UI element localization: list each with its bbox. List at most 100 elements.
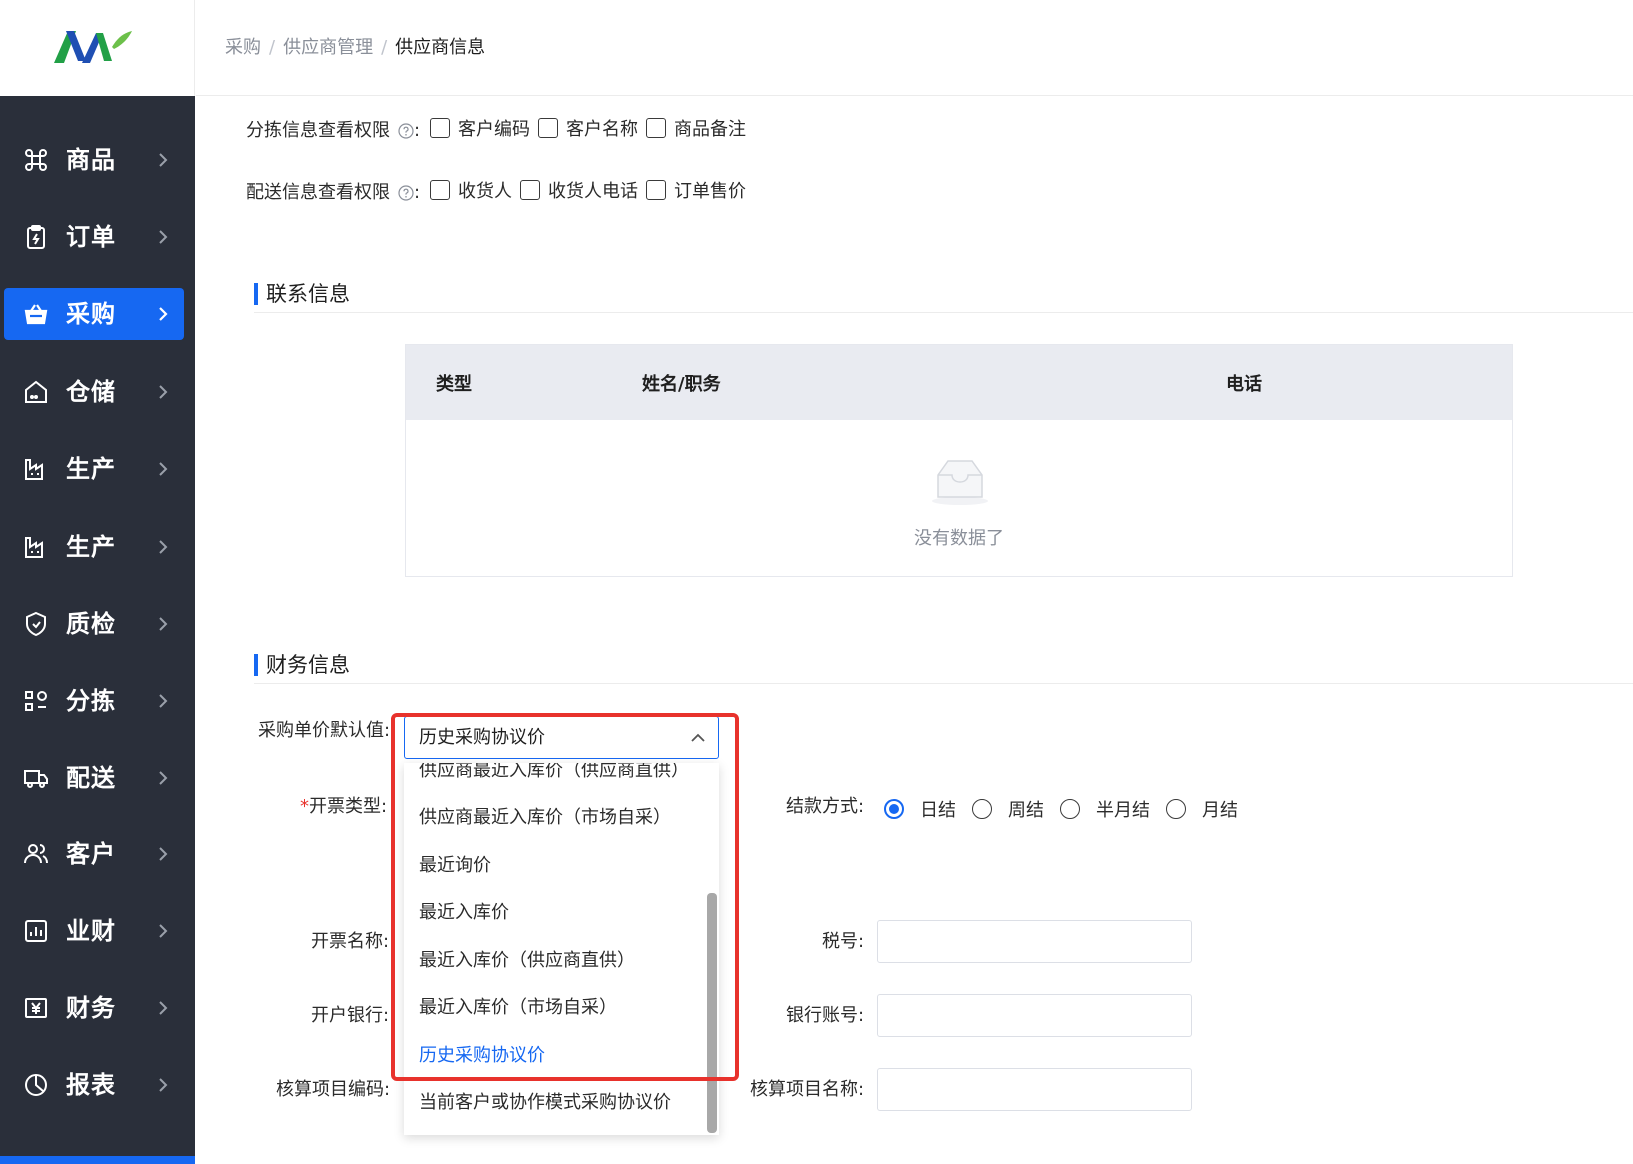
breadcrumb-link-purchase[interactable]: 采购 — [225, 37, 261, 58]
sidebar-item-sorting[interactable]: 分拣 — [4, 675, 184, 727]
invoice-type-text: 开票类型: — [309, 796, 388, 817]
checkbox-consignee-phone[interactable]: 收货人电话 — [520, 177, 638, 203]
checkbox-box[interactable] — [430, 180, 450, 200]
radio-daily[interactable]: 日结 — [884, 796, 956, 822]
accounting-code-label: 核算项目编码: — [276, 1079, 391, 1100]
chevron-right-icon — [159, 1078, 168, 1092]
checkbox-order-price[interactable]: 订单售价 — [646, 177, 746, 203]
section-divider — [254, 683, 1633, 684]
sidebar-item-label: 客户 — [66, 840, 116, 868]
radio-weekly[interactable]: 周结 — [972, 796, 1044, 822]
checkbox-box[interactable] — [646, 118, 666, 138]
pie-chart-icon — [25, 1074, 47, 1096]
tax-number-label: 税号: — [822, 931, 865, 952]
command-icon — [25, 149, 47, 171]
brand-logo — [54, 31, 132, 63]
delivery-permission-colon: : — [414, 182, 421, 203]
sidebar: 商品 订单 采购 仓储 生产 生产 质检 分拣 配送 客户 业财 财务 报表 — [0, 0, 195, 1164]
bank-account-label: 银行账号: — [786, 1005, 865, 1026]
checkbox-box[interactable] — [646, 180, 666, 200]
basket-icon — [24, 304, 48, 325]
shield-check-icon — [26, 611, 46, 637]
sorting-permission-options: 客户编码 客户名称 商品备注 — [430, 115, 754, 141]
checkbox-customer-name[interactable]: 客户名称 — [538, 115, 638, 141]
sidebar-item-label: 生产 — [66, 533, 116, 561]
factory-icon — [25, 459, 43, 480]
dropdown-option-selected[interactable]: 历史采购协议价 — [419, 1044, 545, 1068]
radio-label: 月结 — [1202, 800, 1238, 821]
tax-number-input[interactable] — [877, 920, 1192, 963]
help-icon[interactable] — [398, 185, 414, 201]
sidebar-item-label: 报表 — [66, 1071, 116, 1099]
price-default-dropdown: 供应商最近入库价（供应商直供） 供应商最近入库价（市场自采） 最近询价 最近入库… — [404, 763, 719, 1135]
dropdown-option[interactable]: 最近询价 — [419, 854, 491, 878]
dropdown-option[interactable]: 供应商最近入库价（供应商直供） — [419, 763, 689, 783]
chevron-right-icon — [159, 307, 168, 321]
sidebar-item-delivery[interactable]: 配送 — [4, 752, 184, 804]
accounting-name-input[interactable] — [877, 1068, 1192, 1111]
dropdown-scrollbar[interactable] — [707, 893, 717, 1133]
help-icon[interactable] — [398, 123, 414, 139]
sidebar-item-production-2[interactable]: 生产 — [4, 521, 184, 573]
checkbox-box[interactable] — [430, 118, 450, 138]
radio-button[interactable] — [972, 799, 992, 819]
radio-monthly[interactable]: 月结 — [1166, 796, 1238, 822]
chevron-up-icon — [691, 733, 705, 742]
dropdown-option[interactable]: 当前客户或协作模式采购协议价 — [419, 1091, 671, 1115]
sidebar-item-label: 商品 — [66, 146, 116, 174]
column-header-phone: 电话 — [1226, 374, 1262, 395]
checkbox-box[interactable] — [520, 180, 540, 200]
price-default-label: 采购单价默认值: — [258, 720, 391, 741]
column-header-type: 类型 — [436, 374, 472, 395]
section-divider — [254, 312, 1633, 313]
radio-button[interactable] — [1166, 799, 1186, 819]
checkbox-customer-code[interactable]: 客户编码 — [430, 115, 530, 141]
sidebar-item-goods[interactable]: 商品 — [4, 134, 184, 186]
factory-icon — [25, 537, 43, 558]
sidebar-item-business-finance[interactable]: 业财 — [4, 905, 184, 957]
empty-inbox-icon — [932, 460, 988, 505]
checkbox-consignee[interactable]: 收货人 — [430, 177, 512, 203]
sidebar-item-label: 分拣 — [66, 687, 116, 715]
dropdown-option[interactable]: 供应商最近入库价（市场自采） — [419, 806, 671, 830]
chevron-right-icon — [159, 924, 168, 938]
sidebar-item-label: 配送 — [66, 764, 116, 792]
top-header: 采购 / 供应商管理 / 供应商信息 — [196, 0, 1633, 96]
dropdown-option[interactable]: 最近入库价（供应商直供） — [419, 949, 635, 973]
chevron-right-icon — [159, 153, 168, 167]
bank-label: 开户银行: — [311, 1005, 390, 1026]
sidebar-item-customers[interactable]: 客户 — [4, 828, 184, 880]
radio-label: 周结 — [1008, 800, 1044, 821]
dropdown-option[interactable]: 最近入库价 — [419, 901, 509, 925]
sidebar-item-label: 订单 — [66, 223, 116, 251]
sidebar-item-quality[interactable]: 质检 — [4, 598, 184, 650]
sidebar-item-label: 业财 — [66, 917, 116, 945]
checkbox-box[interactable] — [538, 118, 558, 138]
sidebar-item-label: 财务 — [66, 994, 116, 1022]
radio-half-monthly[interactable]: 半月结 — [1060, 796, 1150, 822]
price-default-select[interactable]: 历史采购协议价 — [404, 716, 719, 759]
sidebar-item-purchase[interactable]: 采购 — [4, 288, 184, 340]
table-header: 类型 姓名/职务 电话 — [406, 345, 1512, 420]
sidebar-active-indicator — [0, 1156, 195, 1164]
checkbox-label: 收货人 — [458, 181, 512, 202]
sidebar-item-warehouse[interactable]: 仓储 — [4, 366, 184, 418]
sidebar-item-label: 采购 — [66, 300, 116, 328]
required-mark: * — [300, 796, 309, 817]
radio-button[interactable] — [1060, 799, 1080, 819]
finance-section-title: 财务信息 — [254, 652, 350, 678]
bank-account-input[interactable] — [877, 994, 1192, 1037]
sidebar-item-finance[interactable]: 财务 — [4, 982, 184, 1034]
contact-table: 类型 姓名/职务 电话 没有数据了 — [405, 344, 1513, 577]
sidebar-item-production[interactable]: 生产 — [4, 443, 184, 495]
sidebar-item-orders[interactable]: 订单 — [4, 211, 184, 263]
dropdown-option[interactable]: 最近入库价（市场自采） — [419, 996, 617, 1020]
radio-button[interactable] — [884, 799, 904, 819]
sidebar-item-reports[interactable]: 报表 — [4, 1059, 184, 1111]
settlement-label: 结款方式: — [786, 796, 865, 817]
column-header-name-title: 姓名/职务 — [642, 374, 721, 395]
chevron-right-icon — [159, 462, 168, 476]
breadcrumb-current: 供应商信息 — [395, 37, 486, 58]
checkbox-product-note[interactable]: 商品备注 — [646, 115, 746, 141]
breadcrumb-link-supplier-management[interactable]: 供应商管理 — [283, 37, 373, 58]
